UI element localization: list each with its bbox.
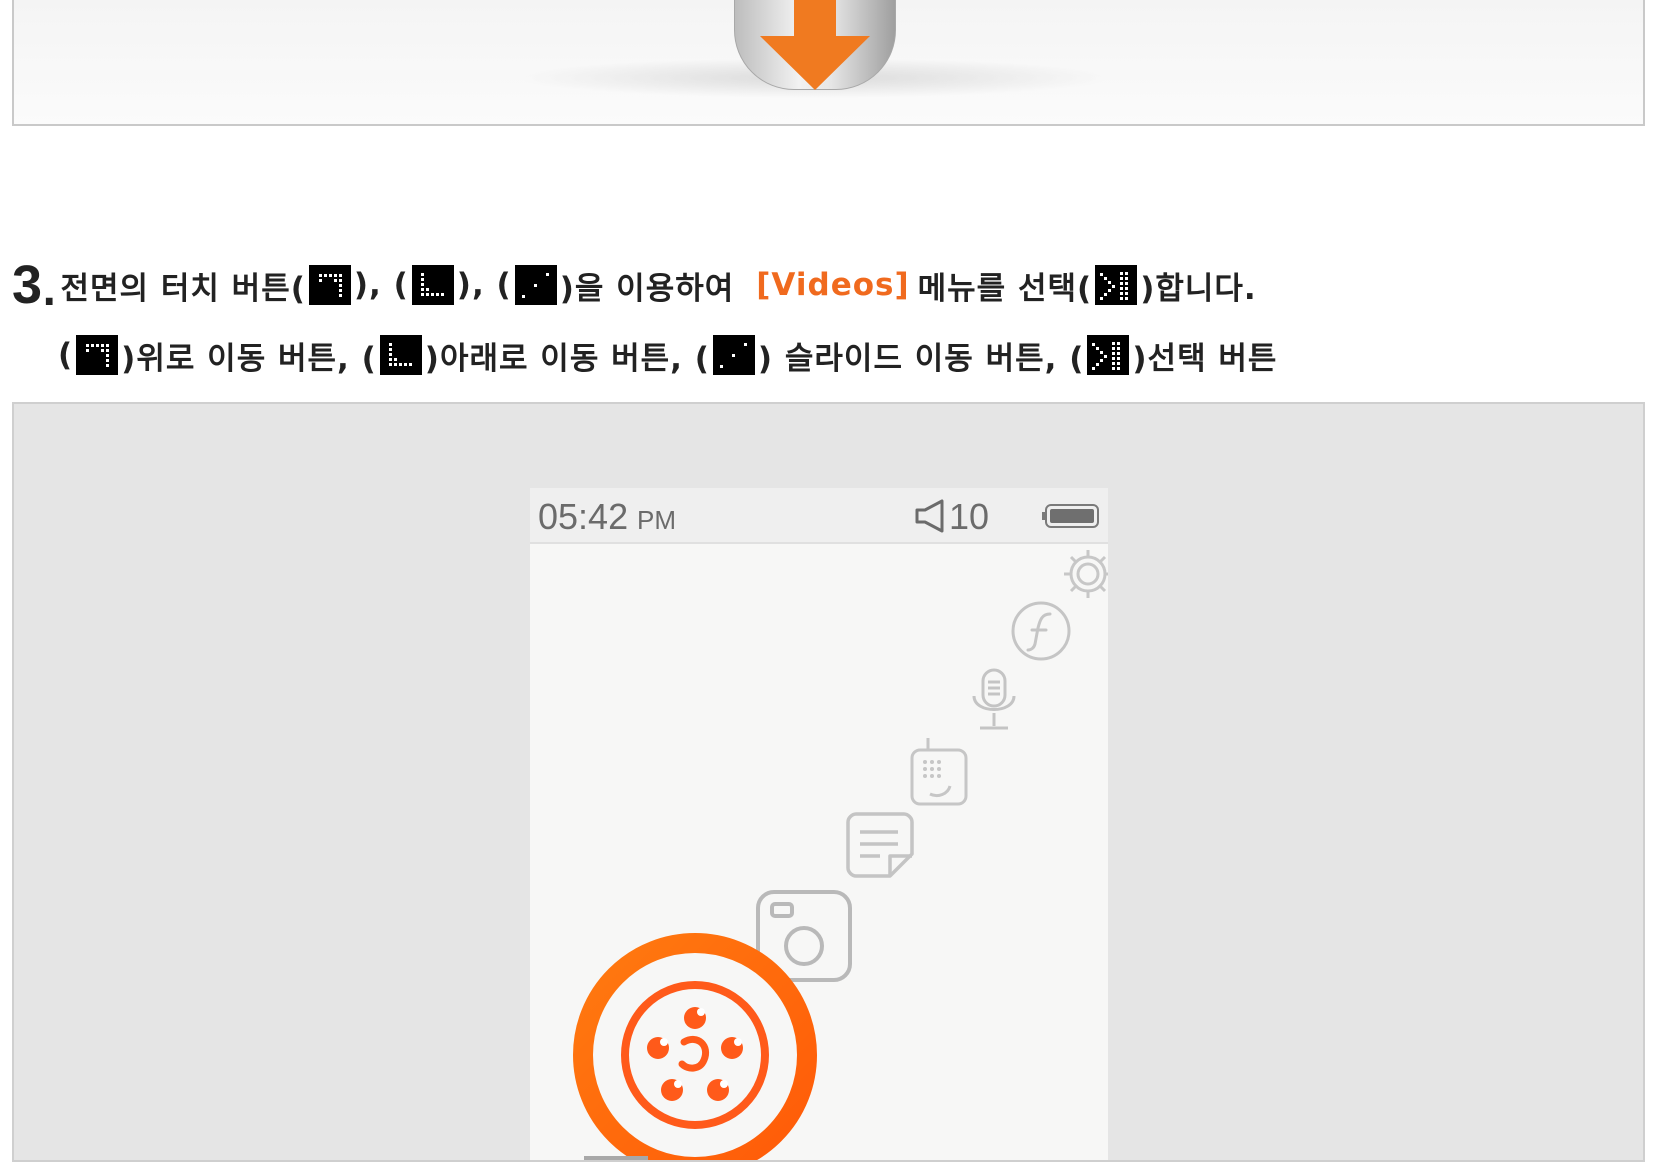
down-arrow-icon: [760, 0, 870, 90]
instruction-text: )합니다.: [1140, 270, 1257, 307]
clock-time: 05:42: [538, 496, 629, 537]
legend-text: ) 슬라이드 이동 버튼, (: [757, 340, 1085, 377]
device-screen: 05:42 PM 10: [530, 488, 1108, 1162]
flash-icon[interactable]: [1008, 598, 1074, 664]
music-icon[interactable]: [582, 1154, 652, 1162]
instruction-line-2: ( )위로 이동 버튼, ( )아래로 이동 버튼, () 슬라이드 이동 버…: [58, 330, 1277, 380]
instruction-text: 메뉴를 선택(: [917, 270, 1093, 307]
select-button-icon: [1095, 265, 1138, 305]
microphone-icon[interactable]: [966, 666, 1022, 742]
legend-text: )위로 이동 버튼, (: [121, 340, 377, 377]
dmb-tv-icon[interactable]: [908, 736, 970, 808]
clock-ampm: PM: [637, 505, 676, 535]
device-illustration-top: [12, 0, 1645, 126]
volume-icon: [915, 499, 944, 533]
step-dot: .: [42, 270, 57, 314]
step-number: 3: [12, 255, 43, 315]
videos-reel-icon[interactable]: [570, 930, 820, 1162]
instruction-text: 전면의 터치 버튼(: [60, 270, 306, 307]
videos-menu-highlight: [Videos]: [756, 267, 910, 303]
instruction-line-1: 전면의 터치 버튼( ), (), ()을 이용하여 [Videos] 메뉴…: [60, 258, 1256, 312]
legend-text: )아래로 이동 버튼, (: [424, 340, 710, 377]
slide-button-icon: [514, 265, 557, 305]
instruction-text: )을 이용하여: [559, 270, 735, 307]
instruction-text: ), (: [456, 267, 512, 303]
instruction-text: ), (: [353, 267, 409, 303]
select-button-icon: [1087, 335, 1130, 375]
down-button-icon: [411, 265, 454, 305]
legend-text: )선택 버튼: [1132, 340, 1278, 377]
legend-text: (: [58, 337, 74, 373]
device-screen-panel: 05:42 PM 10: [12, 402, 1645, 1162]
battery-icon: [1042, 504, 1099, 528]
down-button-icon: [379, 335, 422, 375]
status-bar: 05:42 PM 10: [530, 488, 1108, 544]
step-instruction: 3 . 전면의 터치 버튼( ), (), ()을 이용하여 [Videos…: [12, 258, 1257, 312]
volume-level: 10: [949, 496, 990, 537]
slide-button-icon: [712, 335, 755, 375]
up-button-icon: [308, 265, 351, 305]
text-viewer-icon[interactable]: [844, 810, 916, 882]
settings-gear-icon[interactable]: [1060, 546, 1108, 602]
up-button-icon: [76, 335, 119, 375]
